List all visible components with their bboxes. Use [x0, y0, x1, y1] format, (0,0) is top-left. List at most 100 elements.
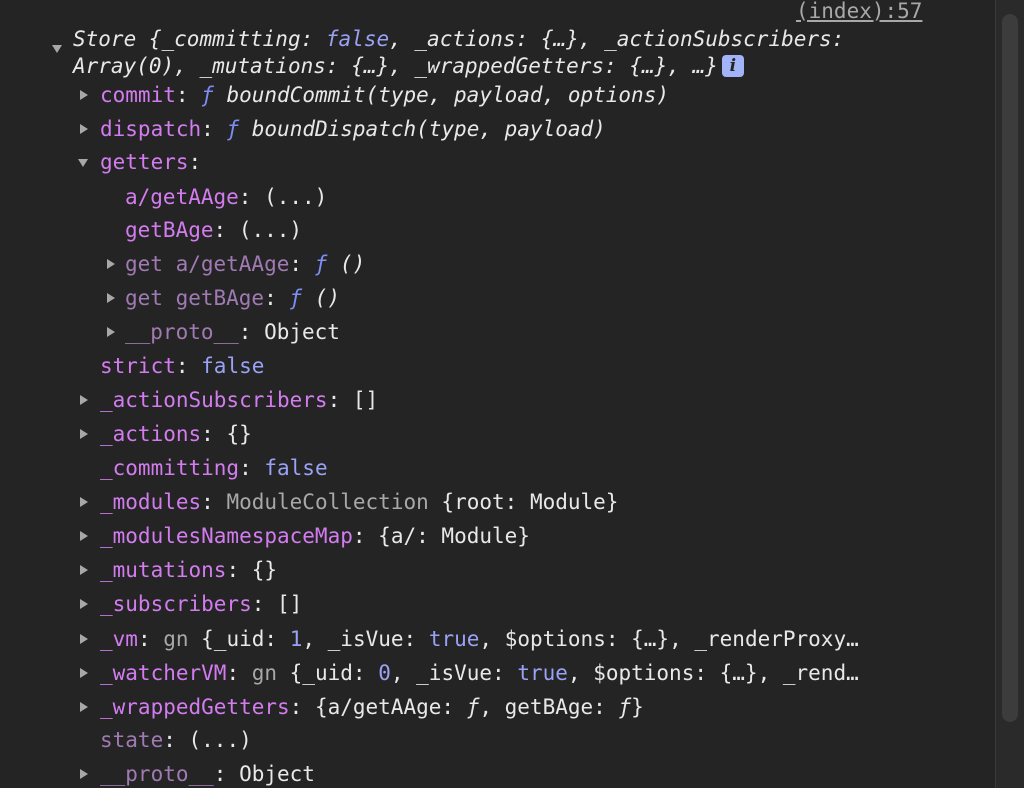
property-row-getter-a[interactable]: a/getAAge: (...) [125, 184, 327, 210]
expand-action-subscribers-icon[interactable] [80, 395, 88, 405]
expand-vm-icon[interactable] [80, 634, 88, 644]
property-value: [] [352, 388, 379, 412]
preview-key: root [454, 490, 505, 514]
preview-value: {…} [631, 627, 670, 651]
property-key: _modules [100, 490, 202, 514]
source-link[interactable]: (index):57 [796, 0, 922, 23]
function-keyword: ƒ [226, 117, 240, 141]
property-row-getters[interactable]: getters: [100, 149, 201, 175]
class-name: gn [163, 627, 189, 651]
summary-value: {…} [540, 27, 579, 51]
property-row-committing[interactable]: _committing: false [100, 455, 328, 481]
class-name: gn [251, 661, 278, 685]
property-row-watcher-vm[interactable]: _watcherVM: gn {_uid: 0, _isVue: true, $… [100, 660, 859, 686]
expand-actions-icon[interactable] [80, 429, 88, 439]
summary-value: Array(0) [73, 54, 175, 78]
property-row-wrapped-getters[interactable]: _wrappedGetters: {a/getAAge: ƒ, getBAge:… [100, 694, 644, 720]
preview-key: _uid [302, 661, 353, 685]
property-key: _actionSubscribers [100, 388, 328, 412]
property-value: {} [226, 422, 252, 446]
property-row-vm[interactable]: _vm: gn {_uid: 1, _isVue: true, $options… [100, 626, 859, 652]
property-key: _actions [100, 422, 202, 446]
property-key: strict [100, 354, 176, 378]
function-keyword: ƒ [289, 286, 303, 310]
property-key: _watcherVM [100, 661, 227, 685]
summary-key: _mutations [199, 54, 326, 78]
property-value: {} [251, 558, 278, 582]
property-value: () [339, 252, 366, 276]
preview-key: getBAge [504, 695, 594, 719]
property-row-get-b[interactable]: get getBAge: ƒ () [125, 285, 340, 311]
property-value: false [264, 456, 328, 480]
preview-value: Module [441, 524, 518, 548]
property-key: _mutations [100, 558, 227, 582]
property-row-dispatch[interactable]: dispatch: ƒ boundDispatch(type, payload) [100, 116, 606, 142]
scrollbar-thumb[interactable] [1002, 14, 1018, 722]
preview-key: a/ [390, 524, 417, 548]
property-row-action-subscribers[interactable]: _actionSubscribers: [] [100, 387, 378, 413]
expand-store-toggle-icon[interactable] [52, 45, 62, 53]
expand-get-b-icon[interactable] [107, 293, 115, 303]
property-row-modules-namespace-map[interactable]: _modulesNamespaceMap: {a/: Module} [100, 523, 530, 549]
property-row-subscribers[interactable]: _subscribers: [] [100, 591, 302, 617]
class-name: ModuleCollection [226, 490, 429, 514]
expand-commit-icon[interactable] [80, 90, 88, 100]
property-row-getters-proto[interactable]: __proto__: Object [125, 319, 340, 345]
function-keyword: ƒ [314, 252, 328, 276]
info-icon[interactable]: i [721, 55, 744, 77]
summary-key: _actionSubscribers [604, 27, 832, 51]
store-summary-line-1[interactable]: Store {_committing: false, _actions: {…}… [73, 26, 844, 52]
expand-mutations-icon[interactable] [80, 565, 88, 575]
property-value: false [201, 354, 265, 378]
summary-value: {…} [351, 54, 390, 78]
preview-tail: _renderProxy… [694, 627, 859, 651]
preview-value: 1 [289, 627, 303, 651]
summary-key: _committing [161, 27, 301, 51]
preview-key: $options [593, 661, 695, 685]
property-row-getter-b[interactable]: getBAge: (...) [125, 217, 302, 243]
expand-get-a-icon[interactable] [107, 259, 115, 269]
expand-wrapped-getters-icon[interactable] [80, 702, 88, 712]
expand-watcher-vm-icon[interactable] [80, 668, 88, 678]
lazy-value[interactable]: (...) [239, 218, 302, 242]
property-row-modules[interactable]: _modules: ModuleCollection {root: Module… [100, 489, 618, 515]
property-key: state [100, 728, 164, 752]
store-summary-prefix: Store { [73, 27, 162, 51]
expand-proto-icon[interactable] [80, 769, 88, 779]
summary-key: _wrappedGetters [414, 54, 605, 78]
property-key: _modulesNamespaceMap [100, 524, 353, 548]
property-row-state[interactable]: state: (...) [100, 727, 252, 753]
collapse-getters-icon[interactable] [78, 159, 88, 167]
preview-value: ƒ [466, 695, 480, 719]
function-keyword: ƒ [201, 83, 214, 107]
property-key: __proto__ [100, 762, 214, 786]
lazy-value[interactable]: (...) [189, 728, 252, 752]
expand-dispatch-icon[interactable] [80, 124, 88, 134]
preview-key: a/getAAge [327, 695, 442, 719]
summary-tail: …} [692, 54, 718, 78]
property-row-proto[interactable]: __proto__: Object [100, 761, 315, 787]
expand-modules-icon[interactable] [80, 497, 88, 507]
store-summary-line-2[interactable]: Array(0), _mutations: {…}, _wrappedGette… [73, 53, 744, 79]
property-row-actions[interactable]: _actions: {} [100, 421, 252, 447]
property-row-mutations[interactable]: _mutations: {} [100, 557, 277, 583]
lazy-value[interactable]: (...) [264, 185, 327, 209]
property-row-get-a[interactable]: get a/getAAge: ƒ () [125, 251, 365, 277]
preview-key: _uid [213, 627, 265, 651]
property-key: get a/getAAge [125, 252, 290, 276]
property-key: _vm [100, 627, 138, 651]
preview-key: _isVue [327, 627, 404, 651]
summary-value: {…} [629, 54, 668, 78]
preview-value: 0 [378, 661, 391, 685]
preview-value: {…} [719, 661, 758, 685]
expand-modules-namespace-map-icon[interactable] [80, 531, 88, 541]
preview-value: true [517, 661, 568, 685]
property-row-strict[interactable]: strict: false [100, 353, 264, 379]
property-key: dispatch [100, 117, 202, 141]
expand-getters-proto-icon[interactable] [107, 327, 115, 337]
property-key: _committing [100, 456, 240, 480]
property-row-commit[interactable]: commit: ƒ boundCommit(type, payload, opt… [100, 82, 669, 108]
property-value: Object [264, 320, 340, 344]
expand-subscribers-icon[interactable] [80, 599, 88, 609]
property-value: boundCommit(type, payload, options) [226, 83, 669, 107]
